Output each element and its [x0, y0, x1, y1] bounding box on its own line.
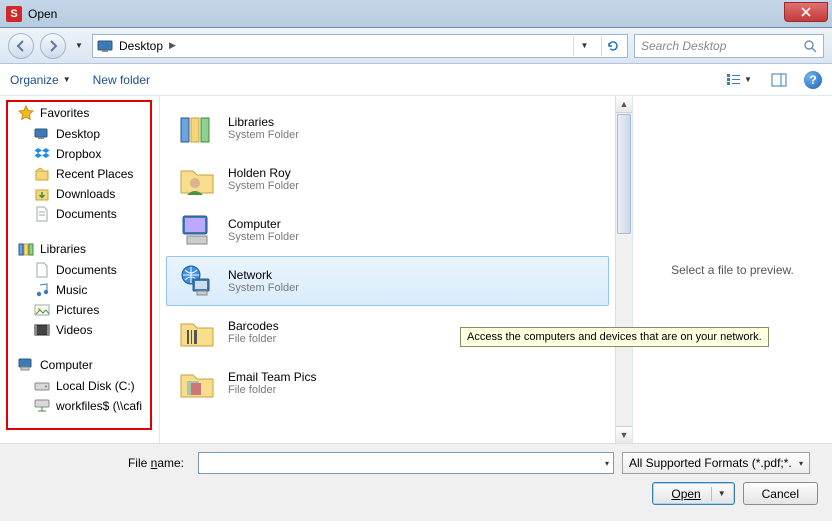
desktop-icon: [97, 38, 113, 54]
chevron-right-icon[interactable]: ▶: [169, 40, 176, 51]
help-button[interactable]: ?: [804, 71, 822, 89]
sidebar-item-desktop[interactable]: Desktop: [4, 124, 159, 144]
search-icon: [803, 39, 817, 53]
dropbox-icon: [34, 146, 50, 162]
sidebar-item-pictures[interactable]: Pictures: [4, 300, 159, 320]
drive-icon: [34, 378, 50, 394]
new-folder-button[interactable]: New folder: [93, 73, 150, 87]
sidebar-item-recent-places[interactable]: Recent Places: [4, 164, 159, 184]
scroll-down-icon[interactable]: ▼: [616, 426, 632, 443]
desktop-icon: [34, 126, 50, 142]
toolbar: Organize▼ New folder ▼ ?: [0, 64, 832, 96]
file-pane: LibrariesSystem Folder Holden RoySystem …: [160, 96, 832, 443]
preview-text: Select a file to preview.: [671, 263, 794, 277]
file-type-filter[interactable]: All Supported Formats (*.pdf;*. ▾: [622, 452, 810, 474]
navigation-pane: Favorites Desktop Dropbox Recent Places …: [0, 96, 160, 443]
close-button[interactable]: [784, 2, 828, 22]
filename-input[interactable]: ▾: [198, 452, 614, 474]
file-list[interactable]: LibrariesSystem Folder Holden RoySystem …: [160, 96, 615, 443]
sidebar-item-local-disk[interactable]: Local Disk (C:): [4, 376, 159, 396]
nav-history-dropdown[interactable]: ▼: [72, 41, 86, 50]
scroll-up-icon[interactable]: ▲: [616, 96, 632, 113]
file-item-network[interactable]: NetworkSystem Folder: [166, 256, 609, 306]
network-drive-icon: [34, 398, 50, 414]
tooltip: Access the computers and devices that ar…: [460, 327, 769, 347]
computer-header[interactable]: Computer: [4, 354, 159, 376]
close-icon: [801, 7, 811, 17]
arrow-right-icon: [47, 40, 59, 52]
scrollbar[interactable]: ▲ ▼: [615, 96, 632, 443]
sidebar-item-music[interactable]: Music: [4, 280, 159, 300]
document-icon: [34, 206, 50, 222]
title-bar: S Open: [0, 0, 832, 28]
favorites-header[interactable]: Favorites: [4, 102, 159, 124]
preview-pane: Select a file to preview.: [632, 96, 832, 443]
preview-pane-icon: [771, 73, 787, 87]
app-icon: S: [6, 6, 22, 22]
user-folder-icon: [176, 158, 218, 200]
search-placeholder: Search Desktop: [641, 39, 726, 53]
libraries-icon: [18, 241, 34, 257]
sidebar-item-documents-lib[interactable]: Documents: [4, 260, 159, 280]
folder-icon: [176, 311, 218, 353]
filename-label: File name:: [14, 456, 190, 470]
view-mode-button[interactable]: ▼: [724, 70, 754, 90]
network-icon: [176, 260, 218, 302]
pictures-icon: [34, 302, 50, 318]
filename-field[interactable]: [203, 455, 593, 471]
refresh-button[interactable]: [601, 36, 623, 56]
footer: File name: ▾ All Supported Formats (*.pd…: [0, 443, 832, 521]
refresh-icon: [606, 39, 620, 53]
view-icon: [726, 73, 742, 87]
scroll-thumb[interactable]: [617, 114, 631, 234]
libraries-header[interactable]: Libraries: [4, 238, 159, 260]
window-title: Open: [28, 7, 57, 21]
back-button[interactable]: [8, 33, 34, 59]
search-input[interactable]: Search Desktop: [634, 34, 824, 58]
videos-icon: [34, 322, 50, 338]
recent-icon: [34, 166, 50, 182]
preview-pane-toggle[interactable]: [764, 70, 794, 90]
open-button[interactable]: Open ▼: [652, 482, 734, 505]
file-item-email-team-pics[interactable]: Email Team PicsFile folder: [166, 358, 609, 408]
file-item-computer[interactable]: ComputerSystem Folder: [166, 205, 609, 255]
cancel-button[interactable]: Cancel: [743, 482, 818, 505]
sidebar-item-network-drive[interactable]: workfiles$ (\\cafi: [4, 396, 159, 416]
nav-bar: ▼ Desktop ▶ ▼ Search Desktop: [0, 28, 832, 64]
folder-icon: [176, 362, 218, 404]
music-icon: [34, 282, 50, 298]
sidebar-item-downloads[interactable]: Downloads: [4, 184, 159, 204]
forward-button[interactable]: [40, 33, 66, 59]
file-item-libraries[interactable]: LibrariesSystem Folder: [166, 103, 609, 153]
chevron-down-icon[interactable]: ▼: [718, 489, 726, 498]
star-icon: [18, 105, 34, 121]
breadcrumb-location[interactable]: Desktop: [119, 39, 163, 53]
chevron-down-icon: ▾: [799, 459, 803, 468]
address-bar[interactable]: Desktop ▶ ▼: [92, 34, 628, 58]
sidebar-item-videos[interactable]: Videos: [4, 320, 159, 340]
sidebar-item-dropbox[interactable]: Dropbox: [4, 144, 159, 164]
document-icon: [34, 262, 50, 278]
file-item-user[interactable]: Holden RoySystem Folder: [166, 154, 609, 204]
downloads-icon: [34, 186, 50, 202]
body: Favorites Desktop Dropbox Recent Places …: [0, 96, 832, 443]
organize-menu[interactable]: Organize▼: [10, 73, 71, 87]
address-dropdown[interactable]: ▼: [573, 36, 595, 56]
chevron-down-icon[interactable]: ▾: [605, 459, 609, 468]
arrow-left-icon: [15, 40, 27, 52]
sidebar-item-documents-fav[interactable]: Documents: [4, 204, 159, 224]
computer-icon: [18, 357, 34, 373]
computer-icon: [176, 209, 218, 251]
libraries-icon: [176, 107, 218, 149]
